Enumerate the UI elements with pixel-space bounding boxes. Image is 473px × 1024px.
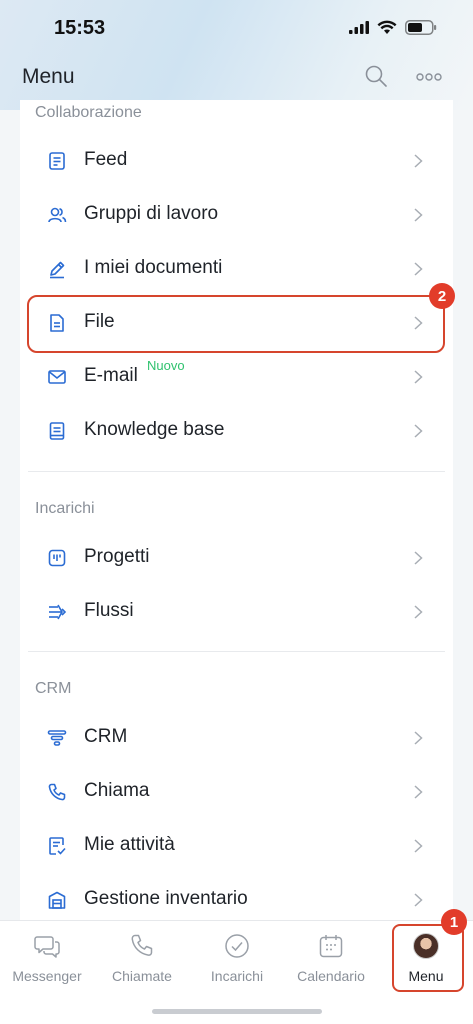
- crm-funnel-icon: [47, 730, 67, 746]
- knowledge-base-icon: [49, 422, 65, 440]
- tab-incarichi[interactable]: Incarichi: [190, 929, 284, 984]
- chevron-right-icon: [414, 551, 423, 565]
- tab-chiamate[interactable]: Chiamate: [95, 929, 189, 984]
- more-icon[interactable]: [416, 72, 442, 82]
- chevron-right-icon: [414, 893, 423, 907]
- menu-item-progetti[interactable]: Progetti: [20, 531, 453, 585]
- activity-icon: [49, 837, 66, 855]
- menu-item-label: Progetti: [84, 546, 150, 567]
- menu-item-label: Gestione inventario: [84, 888, 248, 909]
- step-callout-1: 1: [441, 909, 467, 935]
- tab-messenger[interactable]: Messenger: [0, 929, 94, 984]
- app-header: Menu: [0, 54, 473, 100]
- chevron-right-icon: [414, 424, 423, 438]
- mail-icon: [48, 370, 66, 384]
- inventory-icon: [48, 891, 66, 909]
- menu-item-crm[interactable]: CRM: [20, 711, 453, 765]
- menu-item-i-miei-documenti[interactable]: I miei documenti: [20, 242, 453, 296]
- projects-icon: [48, 549, 66, 567]
- menu-item-label: Mie attività: [84, 834, 175, 855]
- menu-item-flussi[interactable]: Flussi: [20, 585, 453, 639]
- menu-item-e-mail[interactable]: E-mail Nuovo: [20, 350, 453, 404]
- menu-item-mie-attivita[interactable]: Mie attività: [20, 819, 453, 873]
- menu-item-feed[interactable]: Feed: [20, 134, 453, 188]
- section-divider: [28, 651, 445, 652]
- menu-item-knowledge-base[interactable]: Knowledge base: [20, 404, 453, 458]
- feed-icon: [49, 152, 65, 170]
- wifi-icon: [377, 20, 397, 34]
- phone-icon: [131, 934, 153, 956]
- section-title-incarichi: Incarichi: [35, 500, 95, 517]
- status-time: 15:53: [54, 17, 106, 39]
- pen-document-icon: [50, 261, 65, 279]
- file-highlight-box: [27, 295, 445, 353]
- home-indicator: [152, 1009, 322, 1014]
- chevron-right-icon: [414, 262, 423, 276]
- step-callout-2: 2: [429, 283, 455, 309]
- menu-item-chiama[interactable]: Chiama: [20, 765, 453, 819]
- chevron-right-icon: [414, 154, 423, 168]
- section-divider: [28, 471, 445, 472]
- section-title-crm: CRM: [35, 680, 72, 697]
- section-title-collaborazione: Collaborazione: [35, 104, 142, 121]
- flows-icon: [49, 604, 67, 620]
- signal-icon: [349, 21, 369, 34]
- status-icons: [349, 20, 437, 35]
- page-title: Menu: [22, 65, 75, 88]
- menu-item-label: Knowledge base: [84, 419, 225, 440]
- tab-label: Calendario: [297, 968, 365, 984]
- menu-item-label: E-mail: [84, 365, 138, 386]
- chevron-right-icon: [414, 605, 423, 619]
- menu-item-gruppi-di-lavoro[interactable]: Gruppi di lavoro: [20, 188, 453, 242]
- menu-item-label: Feed: [84, 149, 128, 170]
- chevron-right-icon: [414, 731, 423, 745]
- group-icon: [48, 207, 67, 223]
- menu-card: Collaborazione Feed Gruppi di lavoro I m…: [20, 100, 453, 920]
- menu-item-gestione-inventario[interactable]: Gestione inventario: [20, 873, 453, 920]
- tab-label: Chiamate: [112, 968, 172, 984]
- battery-icon: [405, 20, 437, 35]
- chevron-right-icon: [414, 208, 423, 222]
- menu-item-label: I miei documenti: [84, 257, 223, 278]
- chevron-right-icon: [414, 785, 423, 799]
- search-icon[interactable]: [364, 64, 388, 88]
- tab-label: Incarichi: [210, 968, 264, 984]
- tab-label: Messenger: [12, 968, 82, 984]
- menu-item-label: Gruppi di lavoro: [84, 203, 219, 224]
- chat-icon: [34, 936, 60, 958]
- menu-item-label: Flussi: [84, 600, 134, 621]
- chevron-right-icon: [414, 839, 423, 853]
- menu-item-label: CRM: [84, 726, 128, 747]
- tab-calendario[interactable]: Calendario: [284, 929, 378, 984]
- check-circle-icon: [225, 934, 249, 958]
- menu-item-label: Chiama: [84, 780, 150, 801]
- chevron-right-icon: [414, 370, 423, 384]
- calendar-icon: [319, 935, 343, 958]
- new-badge: Nuovo: [147, 358, 185, 373]
- phone-icon: [48, 783, 66, 801]
- status-bar: 15:53: [0, 0, 473, 54]
